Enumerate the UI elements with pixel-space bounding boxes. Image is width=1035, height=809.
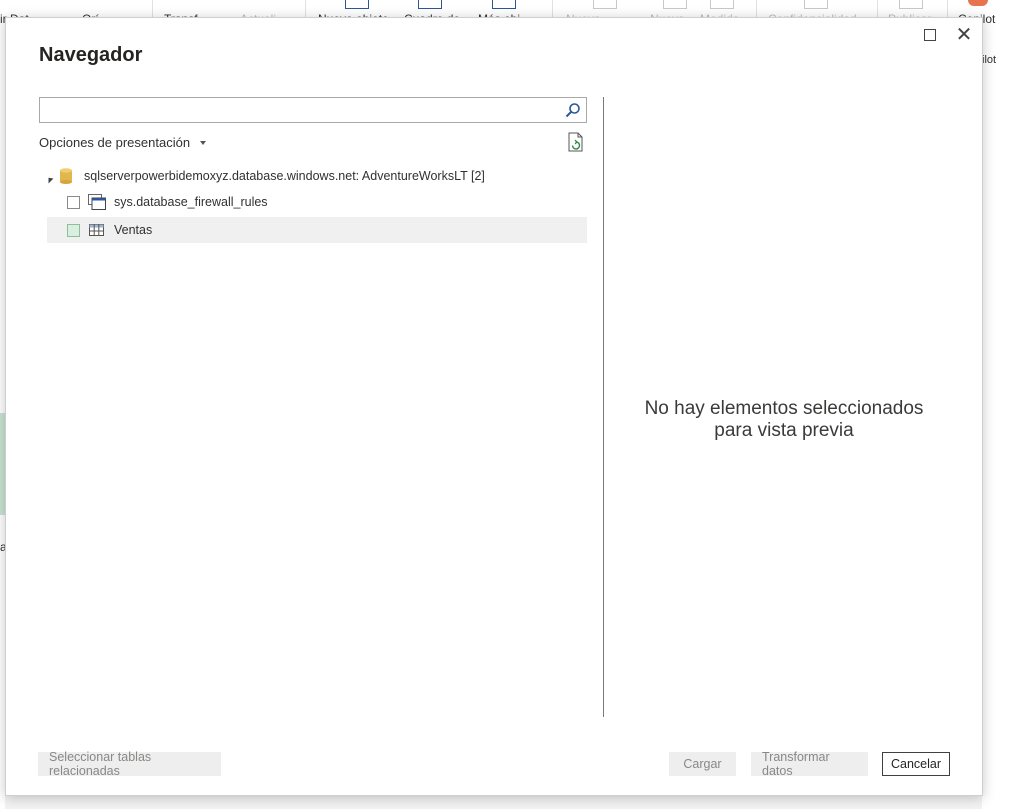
display-options-dropdown[interactable]: Opciones de presentación (39, 135, 207, 150)
ribbon-group-copilot: ilot (982, 54, 997, 66)
preview-message-line: para vista previa (714, 420, 854, 441)
publish-icon (899, 0, 923, 9)
table-icon (89, 224, 104, 236)
new-measure-icon (593, 0, 617, 9)
maximize-icon (924, 29, 936, 41)
view-icon (88, 194, 106, 210)
copilot-icon (968, 0, 988, 6)
transform-data-button[interactable]: Transformar datos (751, 750, 868, 778)
navigator-dialog: ✕ Navegador Opciones de presentación sql… (5, 17, 983, 796)
quick-measure-icon (710, 0, 734, 9)
search-field[interactable] (39, 97, 587, 123)
tree-item-label: Ventas (114, 223, 153, 237)
checkbox[interactable] (67, 195, 80, 209)
tree-item-ventas[interactable]: Ventas (47, 217, 587, 243)
preview-empty-message: No hay elementos seleccionados para vist… (604, 398, 964, 442)
display-options-label: Opciones de presentación (39, 135, 191, 150)
tree-root-label: sqlserverpowerbidemoxyz.database.windows… (84, 169, 485, 183)
more-visuals-icon (492, 0, 516, 9)
tree-root-database[interactable]: sqlserverpowerbidemoxyz.database.windows… (43, 166, 485, 186)
maximize-button[interactable] (919, 24, 941, 46)
background-right-pane (982, 69, 1035, 809)
close-icon: ✕ (955, 24, 973, 46)
preview-message-line: No hay elementos seleccionados (644, 398, 924, 419)
refresh-icon[interactable] (567, 132, 585, 152)
select-related-tables-button[interactable]: Seleccionar tablas relacionadas (38, 750, 221, 778)
close-button[interactable]: ✕ (953, 24, 975, 46)
cancel-button[interactable]: Cancelar (882, 752, 950, 776)
sensitivity-icon (804, 0, 828, 9)
tree-item-firewall-rules[interactable]: sys.database_firewall_rules (47, 189, 587, 215)
search-input[interactable] (44, 100, 560, 120)
database-icon (60, 168, 72, 184)
checkbox[interactable] (67, 223, 80, 237)
tree-item-label: sys.database_firewall_rules (114, 195, 268, 209)
new-column-icon (663, 0, 687, 9)
dialog-title: Navegador (39, 44, 143, 66)
chevron-down-icon (200, 140, 207, 145)
load-button[interactable]: Cargar (669, 752, 736, 776)
text-box-icon (418, 0, 442, 9)
search-icon[interactable] (565, 102, 581, 118)
new-visual-icon (345, 0, 369, 9)
expand-collapse-icon[interactable] (43, 173, 54, 183)
